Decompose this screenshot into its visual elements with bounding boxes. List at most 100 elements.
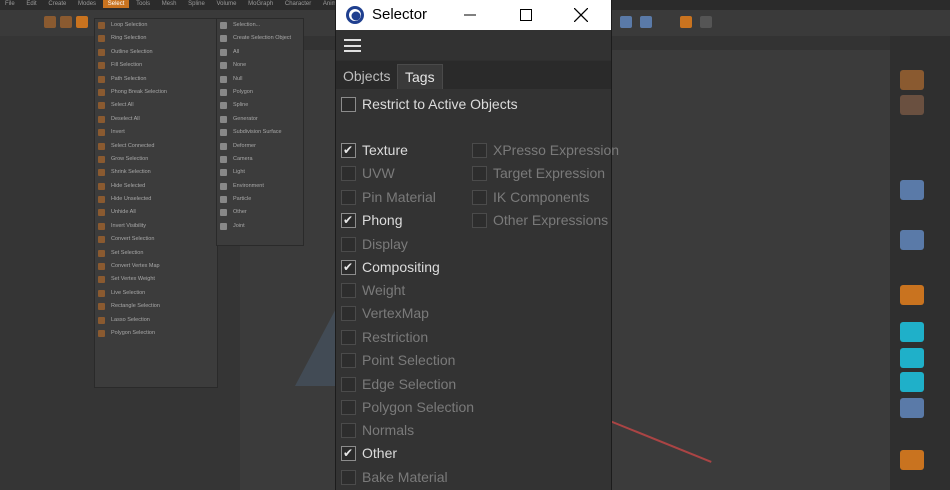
submenu-item[interactable]: Particle	[217, 193, 303, 206]
submenu-item[interactable]: Subdivision Surface	[217, 126, 303, 139]
xpresso-expression-checkbox[interactable]: XPresso Expression	[472, 140, 619, 160]
checkbox-box[interactable]	[341, 469, 356, 485]
submenu-item[interactable]: Null	[217, 73, 303, 86]
menu-character[interactable]: Character	[280, 0, 316, 8]
toolbar-icon[interactable]	[60, 16, 72, 28]
toolbar-icon[interactable]	[700, 16, 712, 28]
hamburger-menu-icon[interactable]	[344, 39, 361, 52]
menu-item[interactable]: Loop Selection	[95, 19, 217, 32]
checkbox-box[interactable]	[341, 236, 356, 252]
checkbox-box[interactable]	[341, 165, 356, 181]
checkbox-box[interactable]: ✔	[341, 142, 356, 158]
palette-icon[interactable]	[900, 398, 924, 418]
menu-item[interactable]: Phong Break Selection	[95, 86, 217, 99]
other-checkbox[interactable]: ✔ Other	[341, 443, 397, 463]
menu-item[interactable]: Invert Visibility	[95, 220, 217, 233]
toolbar-icon[interactable]	[680, 16, 692, 28]
checkbox-box[interactable]: ✔	[341, 259, 356, 275]
submenu-item[interactable]: Deformer	[217, 140, 303, 153]
menu-tools[interactable]: Tools	[131, 0, 155, 8]
ik-components-checkbox[interactable]: IK Components	[472, 187, 590, 207]
menu-item[interactable]: Ring Selection	[95, 32, 217, 45]
close-button[interactable]	[558, 0, 604, 30]
toolbar-icon[interactable]	[44, 16, 56, 28]
menu-item[interactable]: Hide Selected	[95, 180, 217, 193]
menu-item[interactable]: Path Selection	[95, 73, 217, 86]
checkbox-box[interactable]	[341, 282, 356, 298]
normals-checkbox[interactable]: Normals	[341, 420, 414, 440]
tab-tags[interactable]: Tags	[397, 64, 443, 89]
target-expression-checkbox[interactable]: Target Expression	[472, 163, 605, 183]
texture-checkbox[interactable]: ✔ Texture	[341, 140, 408, 160]
menu-item[interactable]: Hide Unselected	[95, 193, 217, 206]
checkbox-box[interactable]	[341, 189, 356, 205]
restriction-checkbox[interactable]: Restriction	[341, 327, 428, 347]
submenu-item[interactable]: Other	[217, 206, 303, 219]
checkbox-box[interactable]	[341, 422, 356, 438]
menu-spline[interactable]: Spline	[183, 0, 210, 8]
menu-mesh[interactable]: Mesh	[157, 0, 182, 8]
menu-item[interactable]: Polygon Selection	[95, 327, 217, 340]
checkbox-box[interactable]	[341, 399, 356, 415]
menu-modes[interactable]: Modes	[73, 0, 101, 8]
tab-objects[interactable]: Objects	[336, 64, 397, 88]
menu-item[interactable]: Unhide All	[95, 206, 217, 219]
submenu-item[interactable]: None	[217, 59, 303, 72]
menu-volume[interactable]: Volume	[211, 0, 241, 8]
toolbar-icon[interactable]	[620, 16, 632, 28]
menu-item[interactable]: Deselect All	[95, 113, 217, 126]
submenu-item[interactable]: All	[217, 46, 303, 59]
edge-selection-checkbox[interactable]: Edge Selection	[341, 374, 456, 394]
submenu-item[interactable]: Camera	[217, 153, 303, 166]
submenu-item[interactable]: Selection...	[217, 19, 303, 32]
checkbox-box[interactable]	[472, 142, 487, 158]
menu-edit[interactable]: Edit	[21, 0, 41, 8]
menu-item[interactable]: Grow Selection	[95, 153, 217, 166]
palette-icon[interactable]	[900, 95, 924, 115]
submenu-item[interactable]: Joint	[217, 220, 303, 233]
menu-item[interactable]: Fill Selection	[95, 59, 217, 72]
menu-item[interactable]: Set Selection	[95, 247, 217, 260]
palette-icon[interactable]	[900, 285, 924, 305]
point-selection-checkbox[interactable]: Point Selection	[341, 350, 455, 370]
pin-material-checkbox[interactable]: Pin Material	[341, 187, 436, 207]
checkbox-box[interactable]: ✔	[341, 212, 356, 228]
menu-mograph[interactable]: MoGraph	[243, 0, 278, 8]
submenu-item[interactable]: Generator	[217, 113, 303, 126]
checkbox-box[interactable]	[341, 329, 356, 345]
palette-icon[interactable]	[900, 70, 924, 90]
menu-item[interactable]: Invert	[95, 126, 217, 139]
display-checkbox[interactable]: Display	[341, 234, 408, 254]
palette-icon[interactable]	[900, 322, 924, 342]
submenu-item[interactable]: Polygon	[217, 86, 303, 99]
phong-checkbox[interactable]: ✔ Phong	[341, 210, 402, 230]
submenu-item[interactable]: Environment	[217, 180, 303, 193]
menu-item[interactable]: Set Vertex Weight	[95, 273, 217, 286]
checkbox-box[interactable]	[472, 165, 487, 181]
palette-icon[interactable]	[900, 348, 924, 368]
vertexmap-checkbox[interactable]: VertexMap	[341, 303, 429, 323]
submenu-item[interactable]: Spline	[217, 99, 303, 112]
menu-item[interactable]: Rectangle Selection	[95, 300, 217, 313]
checkbox-box[interactable]	[341, 376, 356, 392]
menu-item[interactable]: Live Selection	[95, 287, 217, 300]
window-titlebar[interactable]: Selector	[336, 0, 611, 30]
toolbar-icon[interactable]	[76, 16, 88, 28]
minimize-button[interactable]	[447, 0, 493, 30]
weight-checkbox[interactable]: Weight	[341, 280, 405, 300]
checkbox-box[interactable]	[341, 96, 356, 112]
uvw-checkbox[interactable]: UVW	[341, 163, 395, 183]
checkbox-box[interactable]	[341, 305, 356, 321]
checkbox-box[interactable]	[472, 212, 487, 228]
menu-create[interactable]: Create	[43, 0, 71, 8]
menu-file[interactable]: File	[0, 0, 20, 8]
menu-item[interactable]: Convert Selection	[95, 233, 217, 246]
palette-icon[interactable]	[900, 230, 924, 250]
menu-item[interactable]: Select Connected	[95, 140, 217, 153]
palette-icon[interactable]	[900, 372, 924, 392]
restrict-to-active-objects-checkbox[interactable]: Restrict to Active Objects	[341, 94, 518, 114]
bake-material-checkbox[interactable]: Bake Material	[341, 467, 448, 487]
submenu-item[interactable]: Create Selection Object	[217, 32, 303, 45]
checkbox-box[interactable]	[472, 189, 487, 205]
menu-select[interactable]: Select	[102, 0, 130, 8]
